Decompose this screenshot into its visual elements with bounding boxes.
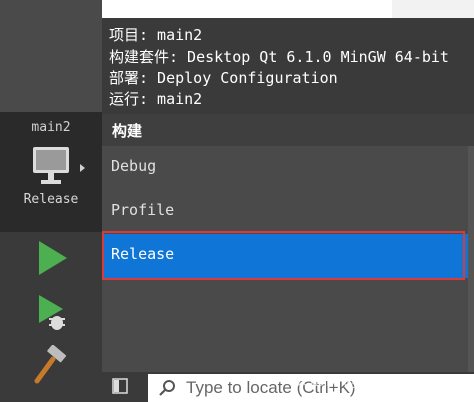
build-section-title: 构建 bbox=[112, 122, 143, 140]
monitor-icon bbox=[33, 147, 69, 184]
info-run: 运行: main2 bbox=[109, 90, 203, 108]
build-config-profile[interactable]: Profile bbox=[102, 190, 468, 234]
mode-sidebar: main2 Release bbox=[0, 0, 102, 402]
info-kit: 构建套件: Desktop Qt 6.1.0 MinGW 64-bit bbox=[109, 48, 449, 66]
list-item-label: Debug bbox=[111, 157, 157, 175]
chevron-right-icon bbox=[80, 164, 85, 172]
build-section-header: 构建 bbox=[102, 114, 474, 146]
popup-info-panel: 项目: main2 构建套件: Desktop Qt 6.1.0 MinGW 6… bbox=[102, 18, 474, 114]
kit-popup: 项目: main2 构建套件: Desktop Qt 6.1.0 MinGW 6… bbox=[102, 18, 474, 372]
scrollbar[interactable] bbox=[468, 146, 474, 372]
watermark: CSDN @wendy_ya bbox=[290, 371, 437, 390]
build-hammer-icon[interactable] bbox=[30, 345, 72, 387]
debug-run-icon[interactable] bbox=[30, 291, 72, 333]
list-item-label: Release bbox=[111, 245, 175, 263]
search-icon bbox=[159, 380, 175, 396]
sidebar-toggle-icon[interactable] bbox=[112, 378, 128, 394]
build-config-release[interactable]: Release bbox=[102, 231, 468, 280]
build-config-debug[interactable]: Debug bbox=[102, 146, 468, 190]
editor-top-background bbox=[102, 0, 392, 20]
run-icon[interactable] bbox=[30, 237, 72, 279]
target-build-config: Release bbox=[23, 192, 79, 207]
target-project-name: main2 bbox=[31, 120, 71, 135]
build-config-list: Debug Profile Release bbox=[102, 146, 474, 372]
info-deploy: 部署: Deploy Configuration bbox=[109, 69, 338, 87]
sidebar-top-area bbox=[0, 0, 102, 112]
list-item-label: Profile bbox=[111, 201, 175, 219]
info-project: 项目: main2 bbox=[109, 26, 203, 44]
kit-selector[interactable]: main2 Release bbox=[0, 112, 102, 232]
